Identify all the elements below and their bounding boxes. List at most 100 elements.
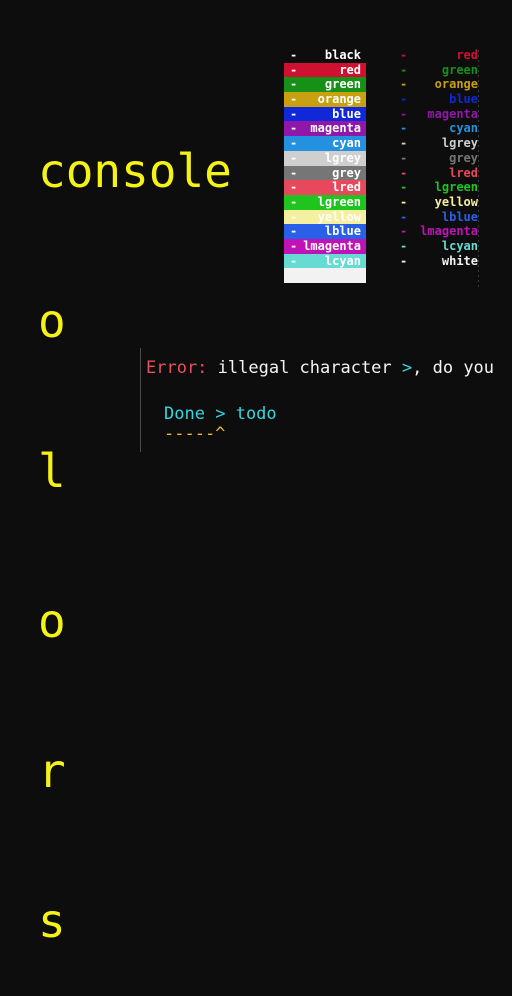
- color-legend-row[interactable]: - yellow: [400, 195, 478, 210]
- page-title-vertical-letter: r: [38, 744, 66, 798]
- swatch-label: lgrey: [324, 150, 361, 165]
- color-swatch-row[interactable]: - yellow: [284, 209, 366, 225]
- swatch-label: cyan: [332, 136, 361, 151]
- swatch-label: green: [324, 77, 361, 92]
- color-swatch-row[interactable]: - lmagenta: [284, 238, 366, 254]
- legend-label: lcyan: [441, 238, 478, 253]
- legend-label: white: [441, 253, 478, 268]
- page-title-vertical-letter: s: [38, 894, 66, 948]
- legend-divider-rule: [478, 50, 479, 290]
- color-swatch-row[interactable]: - black: [284, 48, 366, 63]
- swatch-dash-marker: -: [290, 92, 298, 107]
- color-legend-row[interactable]: - lcyan: [400, 239, 478, 254]
- error-message-part-b: , do you: [412, 358, 495, 378]
- swatch-label: lblue: [324, 224, 361, 239]
- swatch-label: lgreen: [317, 194, 361, 209]
- swatch-dash-marker: -: [290, 121, 298, 136]
- color-legend-row[interactable]: - lgreen: [400, 180, 478, 195]
- legend-label: lred: [449, 165, 478, 180]
- color-legend-row[interactable]: - grey: [400, 151, 478, 166]
- legend-label: blue: [449, 92, 478, 107]
- page-title-vertical-letter: l: [38, 444, 66, 498]
- color-swatch-row[interactable]: - lgreen: [284, 194, 366, 210]
- color-swatch-row[interactable]: [284, 268, 366, 283]
- swatch-label: magenta: [310, 121, 361, 136]
- swatch-dash-marker: -: [290, 180, 298, 195]
- swatch-dash-marker: -: [290, 238, 298, 253]
- swatch-dash-marker: -: [290, 165, 298, 180]
- legend-label: lgrey: [441, 136, 478, 151]
- color-swatch-row[interactable]: - cyan: [284, 136, 366, 151]
- swatch-label: lcyan: [324, 253, 361, 268]
- legend-dash-marker: -: [400, 77, 408, 92]
- legend-label: yellow: [434, 194, 478, 209]
- color-legend-row[interactable]: - lgrey: [400, 136, 478, 151]
- swatch-dash-marker: -: [290, 194, 298, 209]
- color-swatch-row[interactable]: - lgrey: [284, 150, 366, 166]
- color-legend-row[interactable]: - green: [400, 63, 478, 78]
- color-swatch-table: - black - red - green - orange - blue - magenta - cya…: [284, 48, 366, 283]
- done-target: todo: [235, 404, 277, 424]
- color-legend-row[interactable]: - lred: [400, 166, 478, 181]
- error-message-part-a: illegal character: [207, 358, 402, 378]
- caret-underline: -----^: [164, 424, 225, 444]
- done-symbol: >: [215, 404, 226, 424]
- legend-dash-marker: -: [400, 48, 408, 62]
- color-legend-row[interactable]: - white: [400, 254, 478, 269]
- color-legend-row[interactable]: - lmagenta: [400, 224, 478, 239]
- legend-label: grey: [449, 150, 478, 165]
- legend-dash-marker: -: [400, 150, 408, 165]
- swatch-label: grey: [332, 165, 361, 180]
- error-line: Error: illegal character >, do you: [146, 358, 494, 378]
- page-title-vertical-letter: o: [38, 294, 66, 348]
- console-output-block: Error: illegal character >, do you Done …: [140, 348, 512, 452]
- color-legend-row[interactable]: - cyan: [400, 121, 478, 136]
- color-swatch-row[interactable]: - blue: [284, 106, 366, 122]
- swatch-dash-marker: -: [290, 253, 298, 268]
- swatch-dash-marker: -: [290, 136, 298, 151]
- color-swatch-row[interactable]: - orange: [284, 92, 366, 107]
- swatch-dash-marker: -: [290, 106, 298, 121]
- legend-label: orange: [434, 77, 478, 92]
- color-legend-row[interactable]: - red: [400, 48, 478, 63]
- swatch-dash-marker: -: [290, 209, 298, 224]
- page-title: console o l o r s: [38, 46, 232, 996]
- legend-dash-marker: -: [400, 62, 408, 77]
- color-legend-row[interactable]: - lblue: [400, 210, 478, 225]
- color-swatch-row[interactable]: - green: [284, 77, 366, 93]
- swatch-label: lred: [332, 180, 361, 195]
- swatch-label: orange: [317, 92, 361, 107]
- color-swatch-row[interactable]: - lred: [284, 180, 366, 195]
- color-swatch-row[interactable]: - lblue: [284, 224, 366, 239]
- done-word: Done: [164, 404, 205, 424]
- swatch-dash-marker: -: [290, 150, 298, 165]
- page-title-word: console: [38, 144, 232, 198]
- color-swatch-row[interactable]: - red: [284, 62, 366, 78]
- legend-dash-marker: -: [400, 106, 408, 121]
- error-label: Error:: [146, 358, 208, 378]
- color-legend-row[interactable]: - blue: [400, 92, 478, 107]
- legend-label: cyan: [449, 121, 478, 136]
- color-legend-row[interactable]: - orange: [400, 77, 478, 92]
- legend-dash-marker: -: [400, 209, 408, 224]
- caret-underline-text: -----^: [164, 424, 226, 444]
- legend-label: lgreen: [434, 180, 478, 195]
- legend-dash-marker: -: [400, 238, 408, 253]
- swatch-dash-marker: -: [290, 48, 298, 62]
- swatch-dash-marker: -: [290, 224, 298, 239]
- legend-label: magenta: [427, 106, 478, 121]
- swatch-dash-marker: -: [290, 62, 298, 77]
- color-legend-list: - red - green - orange - blue - magenta - cyan - lgre…: [400, 48, 478, 268]
- swatch-label: blue: [332, 106, 361, 121]
- color-swatch-row[interactable]: - lcyan: [284, 253, 366, 269]
- color-swatch-row[interactable]: - grey: [284, 165, 366, 181]
- color-swatch-row[interactable]: - magenta: [284, 121, 366, 137]
- page-title-vertical-letter: o: [38, 594, 66, 648]
- color-legend-row[interactable]: - magenta: [400, 107, 478, 122]
- error-symbol: >: [401, 358, 413, 378]
- legend-dash-marker: -: [400, 180, 408, 195]
- swatch-label: yellow: [317, 209, 361, 224]
- legend-dash-marker: -: [400, 92, 408, 107]
- legend-dash-marker: -: [400, 136, 408, 151]
- swatch-label: lmagenta: [303, 238, 361, 253]
